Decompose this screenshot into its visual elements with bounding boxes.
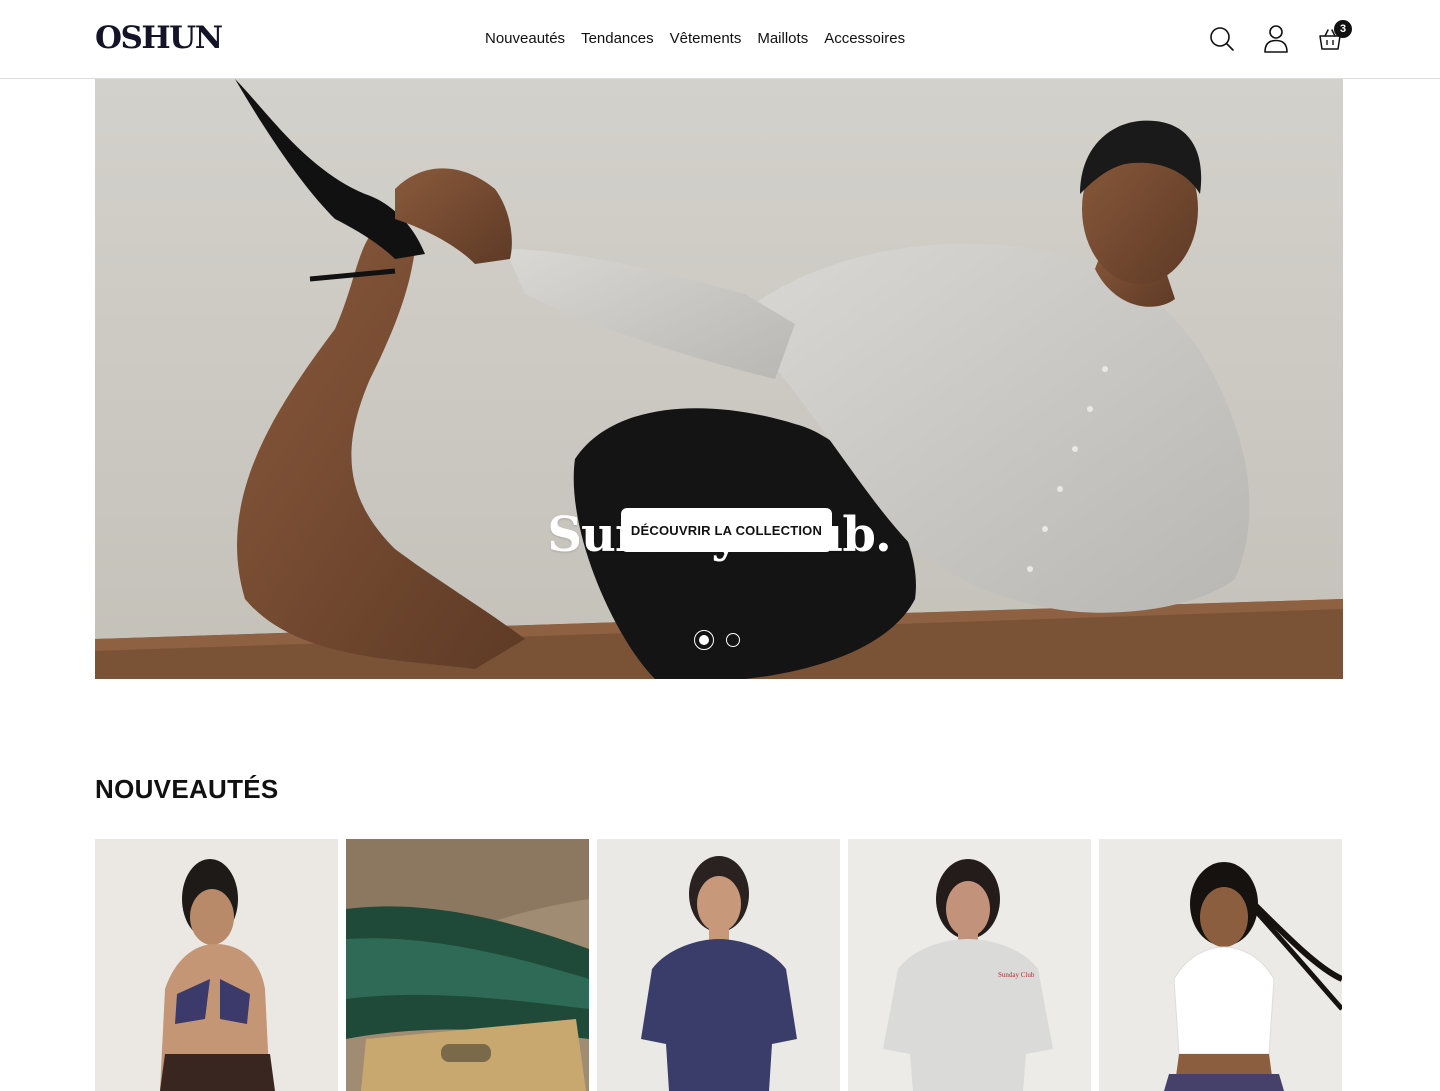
product-image — [346, 839, 589, 1091]
product-image: Sunday Club — [848, 839, 1091, 1091]
hero-banner: Sunday Club. DÉCOUVRIR LA COLLECTION — [95, 79, 1343, 679]
main-nav: Nouveautés Tendances Vêtements Maillots … — [477, 28, 913, 50]
nav-item-maillots[interactable]: Maillots — [749, 28, 816, 50]
cart-button[interactable]: 3 — [1316, 20, 1352, 58]
nav-item-nouveautes[interactable]: Nouveautés — [477, 28, 573, 50]
product-image — [597, 839, 840, 1091]
product-image — [1099, 839, 1342, 1091]
search-icon — [1210, 27, 1234, 51]
product-image — [95, 839, 338, 1091]
nav-item-tendances[interactable]: Tendances — [573, 28, 662, 50]
product-card[interactable]: Sunday Club — [848, 839, 1091, 1091]
nav-item-vetements[interactable]: Vêtements — [662, 28, 750, 50]
account-button[interactable] — [1262, 20, 1290, 58]
user-icon — [1264, 25, 1288, 53]
search-button[interactable] — [1208, 20, 1236, 58]
new-arrivals-carousel: Sunday Club — [95, 839, 1342, 1091]
product-card[interactable] — [1099, 839, 1342, 1091]
hero-image — [95, 79, 1343, 679]
discover-collection-button[interactable]: DÉCOUVRIR LA COLLECTION — [621, 508, 832, 552]
header-actions: 3 — [1208, 20, 1352, 58]
svg-text:Sunday Club: Sunday Club — [998, 971, 1035, 979]
site-header: OSHUN Nouveautés Tendances Vêtements Mai… — [0, 0, 1440, 79]
product-card[interactable] — [346, 839, 589, 1091]
product-card[interactable] — [95, 839, 338, 1091]
product-card[interactable] — [597, 839, 840, 1091]
slider-pagination — [694, 630, 740, 650]
brand-logo[interactable]: OSHUN — [95, 20, 223, 56]
cart-count-badge: 3 — [1334, 20, 1352, 38]
slide-dot-1[interactable] — [694, 630, 714, 650]
nav-item-accessoires[interactable]: Accessoires — [816, 28, 913, 50]
new-arrivals-title: NOUVEAUTÉS — [95, 774, 279, 804]
slide-dot-2[interactable] — [726, 633, 740, 647]
